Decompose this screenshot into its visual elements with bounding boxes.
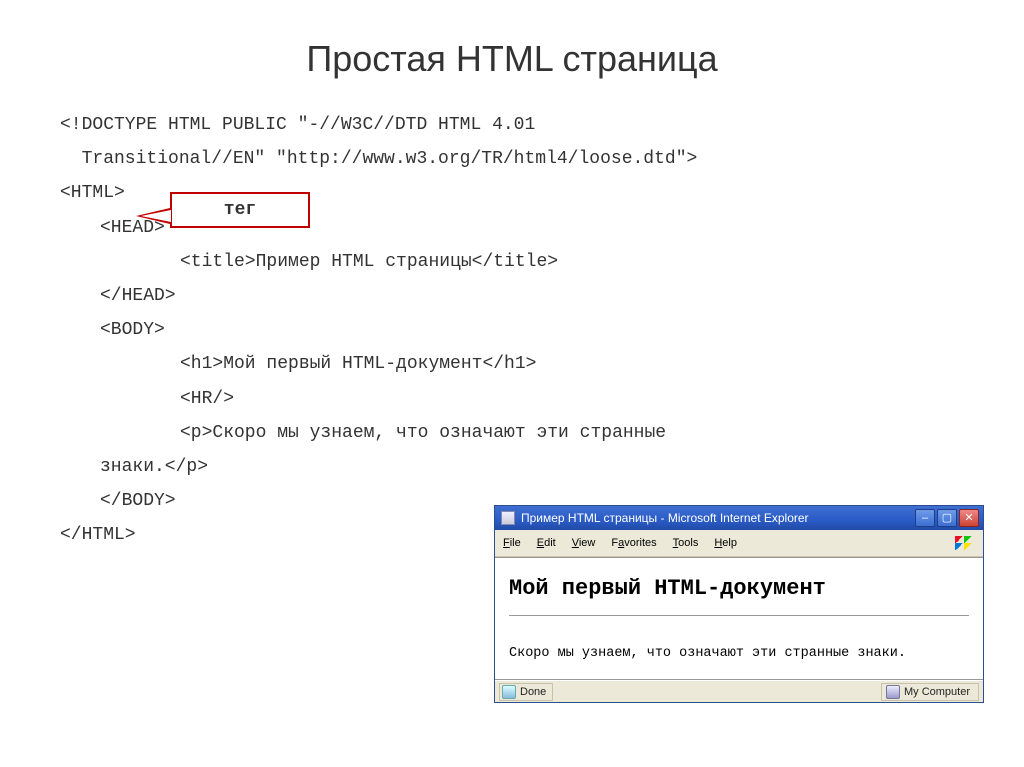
- callout-label: тег: [224, 200, 256, 220]
- computer-icon: [886, 685, 900, 699]
- doctype-line-1: <!DOCTYPE HTML PUBLIC "-//W3C//DTD HTML …: [60, 108, 964, 142]
- hr-line: <hr/>: [60, 382, 964, 416]
- menu-tools[interactable]: Tools: [673, 537, 699, 549]
- window-title: Пример HTML страницы - Microsoft Interne…: [521, 511, 915, 525]
- doctype-line-2: Transitional//EN" "http://www.w3.org/TR/…: [60, 142, 964, 176]
- status-zone: My Computer: [881, 683, 979, 701]
- rendered-paragraph: Скоро мы узнаем, что означают эти странн…: [509, 646, 969, 661]
- p-line-a: <p>Скоро мы узнаем, что означают эти стр…: [60, 416, 964, 450]
- page-content: Мой первый HTML-документ Скоро мы узнаем…: [495, 557, 983, 680]
- callout-arrow-fill: [141, 210, 171, 222]
- menubar: File Edit View Favorites Tools Help: [495, 530, 983, 557]
- menu-edit[interactable]: Edit: [537, 537, 556, 549]
- callout-tag: тег: [170, 192, 310, 228]
- statusbar: Done My Computer: [495, 680, 983, 702]
- head-close: </head>: [60, 279, 964, 313]
- done-icon: [502, 685, 516, 699]
- browser-window: Пример HTML страницы - Microsoft Interne…: [494, 505, 984, 703]
- p-line-b: знаки.</p>: [60, 450, 964, 484]
- code-example: <!DOCTYPE HTML PUBLIC "-//W3C//DTD HTML …: [60, 108, 964, 552]
- menu-help[interactable]: Help: [714, 537, 737, 549]
- title-line: <title>Пример HTML страницы</title>: [60, 245, 964, 279]
- slide-title: Простая HTML страница: [60, 38, 964, 80]
- maximize-button[interactable]: ▢: [937, 509, 957, 527]
- minimize-button[interactable]: –: [915, 509, 935, 527]
- status-done: Done: [499, 683, 553, 701]
- close-button[interactable]: ✕: [959, 509, 979, 527]
- menu-view[interactable]: View: [572, 537, 596, 549]
- menu-file[interactable]: File: [503, 537, 521, 549]
- rendered-h1: Мой первый HTML-документ: [509, 576, 969, 601]
- window-controls: – ▢ ✕: [915, 509, 979, 527]
- page-icon: [501, 511, 515, 525]
- ie-logo-icon: [953, 533, 975, 553]
- body-open: <body>: [60, 313, 964, 347]
- titlebar: Пример HTML страницы - Microsoft Interne…: [495, 506, 983, 530]
- h1-line: <h1>Мой первый HTML-документ</h1>: [60, 347, 964, 381]
- menu-favorites[interactable]: Favorites: [611, 537, 656, 549]
- rendered-hr: [509, 615, 969, 616]
- slide: Простая HTML страница <!DOCTYPE HTML PUB…: [0, 0, 1024, 767]
